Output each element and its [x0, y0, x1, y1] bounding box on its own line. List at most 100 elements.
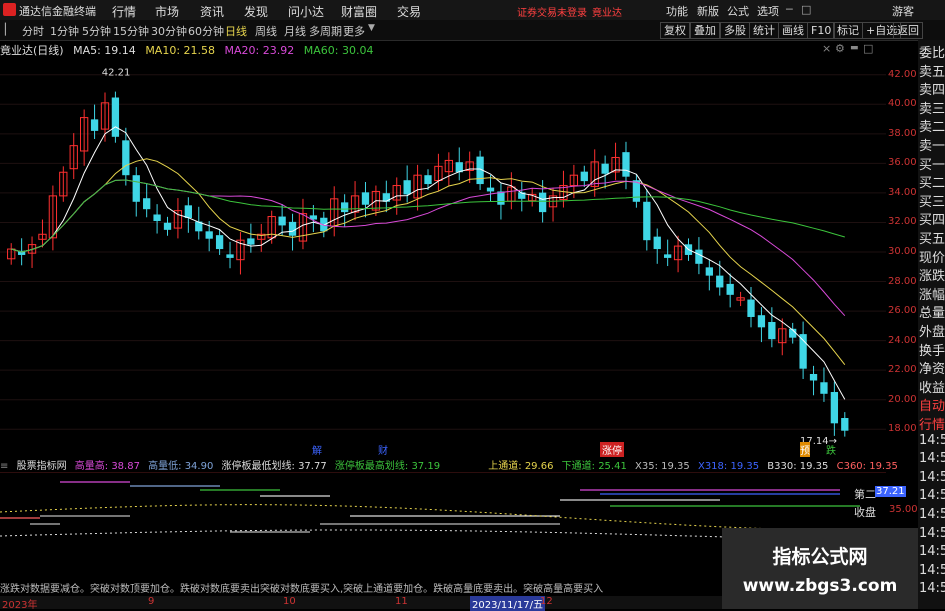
date-tick: 12: [540, 596, 553, 607]
watermark-title: 指标公式网: [772, 546, 868, 568]
menu-zixun[interactable]: 资讯: [200, 3, 224, 20]
period-fenshi[interactable]: 分时: [22, 23, 44, 39]
y-tick-label: 22.00: [888, 364, 917, 376]
candle-body: [403, 180, 411, 195]
date-tick: 11: [395, 596, 408, 607]
chart-min-icon[interactable]: ▬: [850, 43, 859, 53]
quote-field-label: 卖五: [919, 64, 945, 80]
menu-gongshi[interactable]: 公式: [727, 3, 749, 19]
indicator-item: X318: 19.35: [697, 461, 760, 472]
period-monthly[interactable]: 月线: [284, 23, 306, 39]
quote-field-label: 收益: [919, 380, 945, 396]
app-logo-icon: [3, 3, 16, 16]
dropdown-icon[interactable]: ▼: [368, 23, 375, 33]
candle-body: [716, 275, 724, 288]
y-axis: 42.00 40.00 38.00 36.00 34.00 32.00 30.00 28.00…: [886, 56, 918, 454]
menu-xinban[interactable]: 新版: [697, 3, 719, 19]
indicator-item: 高量低: 34.90: [148, 461, 214, 472]
stats-button[interactable]: 统计: [749, 22, 779, 39]
guest-label[interactable]: 游客: [892, 3, 914, 19]
fuquan-button[interactable]: 复权: [660, 22, 690, 39]
quote-field-label: 现价: [919, 250, 945, 266]
period-daily[interactable]: 日线: [225, 23, 247, 39]
quote-panel[interactable]: 委比 卖五 卖四 卖三 卖二 卖一 买一 买二 买三 买四 买五 现价 涨跌 涨幅 总量 外盘 换手 净资 收益 自动…: [918, 40, 945, 609]
y-tick-label: 38.00: [888, 127, 917, 139]
quote-field-label: 卖四: [919, 83, 945, 99]
chart-close-icon[interactable]: ×: [822, 42, 831, 55]
quote-field-label: 14:5: [919, 581, 945, 597]
period-5min[interactable]: 5分钟: [82, 23, 111, 39]
quote-field-label: 总量: [919, 306, 945, 322]
draw-line-button[interactable]: 画线: [778, 22, 808, 39]
y-tick-label: 26.00: [888, 305, 917, 317]
event-zhangting[interactable]: 涨停: [600, 442, 624, 457]
event-yu[interactable]: 预: [800, 442, 810, 457]
quote-field-label: 买二: [919, 176, 945, 192]
multistock-button[interactable]: 多股: [720, 22, 750, 39]
f10-button[interactable]: F10: [807, 22, 836, 39]
candle-body: [664, 254, 672, 258]
period-multi[interactable]: 多周期: [309, 23, 342, 39]
event-cai[interactable]: 财: [378, 442, 388, 457]
quote-field-label: 委比: [919, 46, 945, 61]
stock-name-tab[interactable]: 竟业达: [592, 4, 622, 19]
period-15min[interactable]: 15分钟: [113, 23, 149, 39]
candle-body: [288, 221, 297, 236]
candle-body: [497, 191, 505, 205]
candle-body: [841, 418, 849, 431]
menu-gongneng[interactable]: 功能: [666, 3, 688, 19]
candle-body: [747, 299, 755, 317]
period-60min[interactable]: 60分钟: [188, 23, 224, 39]
period-30min[interactable]: 30分钟: [151, 23, 187, 39]
candle-body: [726, 283, 734, 295]
chart-settings-icon[interactable]: ⚙: [835, 42, 845, 55]
period-1min[interactable]: 1分钟: [50, 23, 79, 39]
candle-body: [799, 334, 807, 369]
candle-body: [132, 175, 140, 202]
indicator-ytick: 35.00: [889, 504, 918, 515]
login-status[interactable]: 证券交易未登录: [517, 4, 587, 19]
app-name: 通达信金融终端: [19, 5, 96, 18]
indicator-item: B330: 19.35: [767, 461, 829, 472]
chart-max-icon[interactable]: □: [863, 42, 873, 55]
restore-icon[interactable]: □: [801, 3, 811, 16]
indicator-label-close: 收盘: [854, 506, 876, 519]
menu-jiaoyi[interactable]: 交易: [397, 3, 421, 20]
y-tick-label: 34.00: [888, 186, 917, 198]
candle-body: [205, 231, 213, 239]
event-die[interactable]: 跌: [826, 442, 836, 457]
date-tick: 10: [283, 596, 296, 607]
back-button[interactable]: 返回: [893, 22, 923, 39]
menu-hangqing[interactable]: 行情: [112, 3, 136, 20]
menu-shichang[interactable]: 市场: [155, 3, 179, 20]
quote-field-label: 涨跌: [919, 269, 945, 285]
candle-body: [247, 238, 255, 245]
quote-field-label: 卖二: [919, 120, 945, 136]
quote-field-label: 卖三: [919, 101, 945, 117]
indicator-name[interactable]: 股票指标网: [17, 461, 67, 472]
quote-field-label: 14:5: [919, 488, 945, 504]
candle-body: [122, 140, 130, 176]
minimize-icon[interactable]: ─: [786, 3, 793, 16]
candlestick-chart[interactable]: 42.2117.14→: [0, 56, 918, 454]
y-tick-label: 30.00: [888, 246, 917, 257]
watermark-url: www.zbgs3.com: [742, 576, 898, 596]
indicator-item: 涨停板最高划线: 37.19: [334, 461, 441, 472]
candle-body: [757, 315, 766, 328]
menu-wenxiaoda[interactable]: 问小达: [288, 3, 324, 20]
period-more[interactable]: 更多: [343, 23, 365, 39]
sidebar-toggle-icon[interactable]: ▏: [5, 23, 13, 36]
candle-body: [653, 236, 661, 250]
menu-xuanxiang[interactable]: 选项: [757, 3, 779, 19]
menu-caifuquan[interactable]: 财富圈: [341, 3, 377, 20]
chart-header: 竟业达(日线) MA5: 19.14 MA10: 21.58 MA20: 23.…: [0, 42, 379, 57]
indicator-settings-icon[interactable]: ≡: [0, 461, 8, 472]
menu-faxian[interactable]: 发现: [244, 3, 268, 20]
period-weekly[interactable]: 周线: [255, 23, 277, 39]
event-jie[interactable]: 解: [312, 442, 322, 457]
overlay-button[interactable]: 叠加: [690, 22, 720, 39]
quote-field-label: 净资: [919, 362, 945, 378]
mark-button[interactable]: 标记: [833, 22, 863, 39]
candle-body: [424, 175, 432, 185]
candle-body: [809, 373, 818, 381]
